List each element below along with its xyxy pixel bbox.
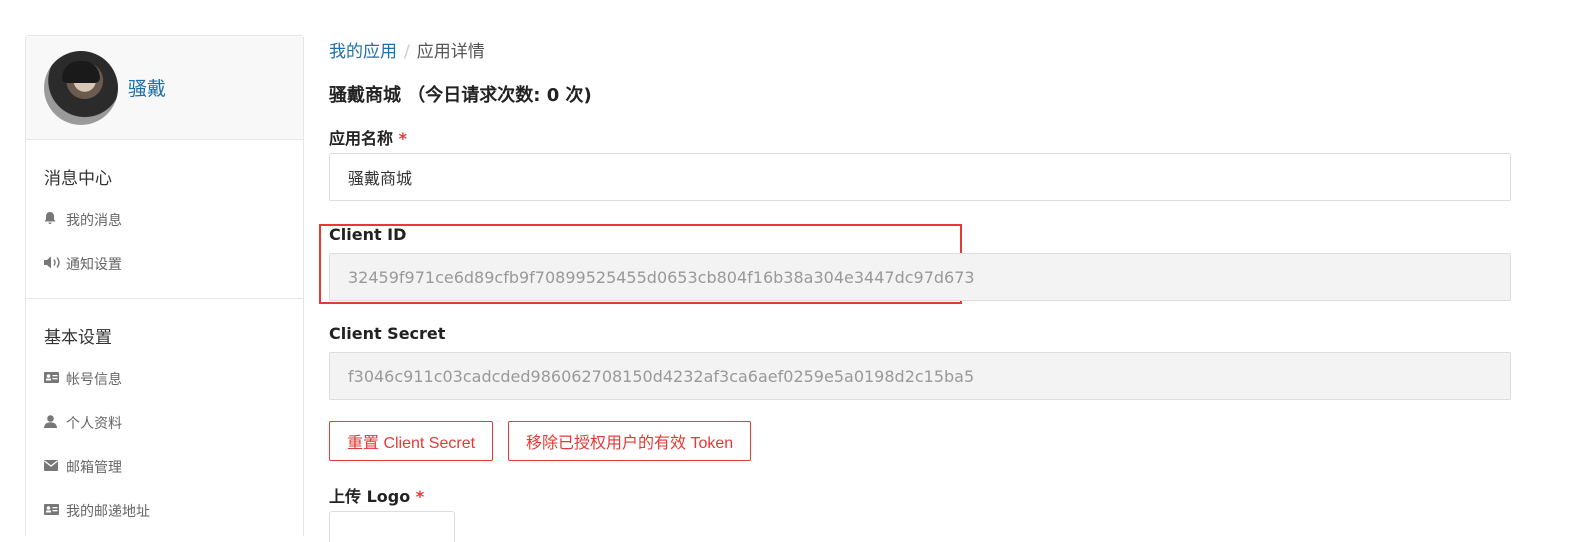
revoke-tokens-button[interactable]: 移除已授权用户的有效 Token [508,421,752,461]
required-mark: * [415,487,425,506]
sidebar-item-mailing-address[interactable]: 我的邮递地址 [26,489,303,533]
group-title-message-center: 消息中心 [44,169,112,189]
sidebar-item-profile[interactable]: 个人资料 [26,401,303,445]
id-card-icon [44,504,62,518]
page-title: 骚戴商城 （今日请求次数: 0 次) [329,85,592,106]
client-secret-label: Client Secret [329,324,446,343]
reset-client-secret-button[interactable]: 重置 Client Secret [329,421,494,461]
required-mark: * [398,129,407,148]
sidebar-item-label: 通知设置 [66,257,122,273]
username-link[interactable]: 骚戴 [128,74,166,101]
sidebar-item-notification-settings[interactable]: 通知设置 [26,242,303,286]
client-secret-field[interactable]: f3046c911c03cadcded986062708150d4232af3c… [329,352,1511,400]
sidebar-item-label: 我的邮递地址 [66,504,150,520]
user-profile: 骚戴 [26,36,303,140]
upload-logo-label-text: 上传 Logo [329,487,411,506]
sidebar-item-account-info[interactable]: 帐号信息 [26,357,303,401]
sidebar-item-label: 帐号信息 [66,372,122,388]
sidebar: 骚戴 消息中心 我的消息 通知设置 基本设置 帐号信息 个人资料 邮箱管理 我的… [25,35,304,536]
avatar[interactable] [44,50,118,125]
breadcrumb-link-my-apps[interactable]: 我的应用 [329,42,397,62]
app-name-label-text: 应用名称 [329,129,394,148]
app-name-field[interactable]: 骚戴商城 [329,153,1511,201]
upload-logo-label: 上传 Logo * [329,483,424,507]
envelope-icon [44,460,62,474]
app-name-value: 骚戴商城 [348,169,413,188]
sidebar-item-email[interactable]: 邮箱管理 [26,445,303,489]
id-card-icon [44,372,62,386]
breadcrumb-separator: / [404,42,410,62]
sidebar-item-my-messages[interactable]: 我的消息 [26,198,303,242]
client-id-label: Client ID [329,225,407,244]
logo-upload-area[interactable] [329,511,455,542]
breadcrumb-current: 应用详情 [416,42,485,62]
client-id-value: 32459f971ce6d89cfb9f70899525455d0653cb80… [348,267,975,287]
sidebar-item-label: 个人资料 [66,416,122,432]
app-name-label: 应用名称 * [329,125,407,149]
bell-icon [44,212,62,228]
group-title-basic-settings: 基本设置 [44,328,112,348]
user-icon [44,415,62,431]
speaker-icon [44,256,62,272]
client-secret-value: f3046c911c03cadcded986062708150d4232af3c… [348,366,975,386]
breadcrumb: 我的应用 / 应用详情 [329,37,485,62]
sidebar-item-label: 邮箱管理 [66,460,122,476]
sidebar-item-label: 我的消息 [66,213,122,229]
client-id-field[interactable]: 32459f971ce6d89cfb9f70899525455d0653cb80… [329,253,1511,301]
